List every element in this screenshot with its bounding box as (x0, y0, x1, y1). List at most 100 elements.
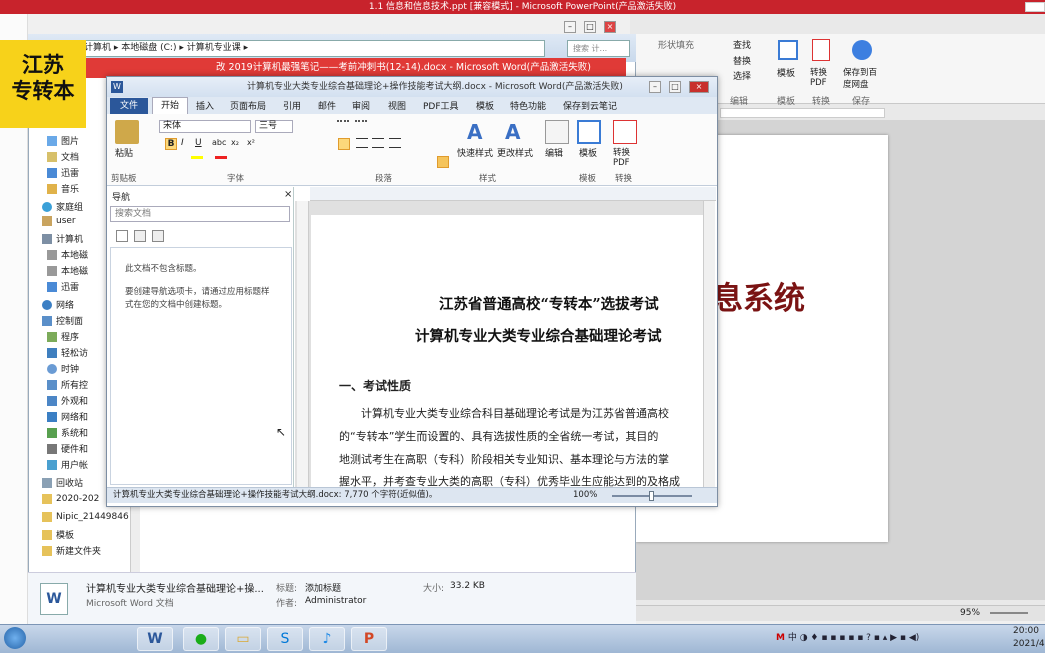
zoom-slider-thumb[interactable] (649, 491, 654, 501)
music-player-taskbar-icon[interactable]: ♪ (309, 627, 345, 651)
nav-item-folder[interactable]: 新建文件夹 (42, 544, 101, 557)
nav-item-accessibility[interactable]: 轻松访 (47, 346, 88, 359)
to-pdf-button[interactable]: 转换PDF (810, 66, 834, 88)
address-bar[interactable]: 计算机 ▸ 本地磁盘 (C:) ▸ 计算机专业课 ▸ (75, 40, 545, 57)
italic-button[interactable]: I (181, 138, 184, 148)
nav-item-xunlei[interactable]: 迅雷 (47, 280, 79, 293)
font-name-select[interactable]: 宋体 (159, 120, 251, 133)
tab-home[interactable]: 开始 (152, 97, 188, 114)
nav-item-network-internet[interactable]: 网络和 (47, 410, 88, 423)
explorer-taskbar-icon[interactable]: ▭ (225, 627, 261, 651)
vertical-scrollbar[interactable] (703, 201, 715, 487)
nav-item-computer[interactable]: 计算机 (42, 232, 83, 245)
nav-item-pictures[interactable]: 图片 (47, 134, 79, 147)
close-icon[interactable]: × (604, 21, 616, 33)
tab-file[interactable]: 文件 (110, 98, 148, 114)
close-icon[interactable]: × (689, 81, 709, 93)
nav-item-xunlei[interactable]: 迅雷 (47, 166, 79, 179)
document-page[interactable]: 江苏省普通高校“专转本”选拔考试 计算机专业大类专业综合基础理论考试 一、考试性… (311, 215, 705, 487)
nav-item-clock[interactable]: 时钟 (47, 362, 79, 375)
document-stats[interactable]: 计算机专业大类专业综合基础理论+操作技能考试大纲.docx: 7,770 个字符… (113, 488, 437, 503)
highlight-button[interactable] (191, 156, 203, 159)
quick-styles-button[interactable]: 快速样式 (457, 146, 493, 159)
close-icon[interactable]: × (284, 189, 292, 200)
maximize-icon[interactable]: □ (584, 21, 596, 33)
skype-taskbar-icon[interactable]: S (267, 627, 303, 651)
author-value[interactable]: Administrator (305, 596, 366, 606)
nav-item-folder[interactable]: Nipic_21449846 (42, 512, 129, 522)
bullets-button[interactable] (337, 120, 349, 130)
wechat-taskbar-icon[interactable]: ● (183, 627, 219, 651)
nav-item-homegroup[interactable]: 家庭组 (42, 200, 83, 213)
minimize-icon[interactable]: – (649, 81, 661, 93)
headings-view-icon[interactable] (116, 230, 128, 242)
nav-item-folder[interactable]: 模板 (42, 528, 74, 541)
strikethrough-button[interactable]: abc (212, 138, 226, 147)
breadcrumb-item[interactable]: 本地磁盘 (C:) (121, 43, 176, 53)
show-marks-button[interactable] (437, 156, 449, 168)
save-baidu-button[interactable]: 保存到百度网盘 (843, 66, 883, 90)
ppt-zoom-slider[interactable] (990, 612, 1028, 614)
powerpoint-taskbar-icon[interactable]: P (351, 627, 387, 651)
input-method-icon[interactable]: M (776, 633, 785, 643)
find-button[interactable]: 查找 (733, 38, 751, 51)
bold-button[interactable]: B (165, 138, 177, 150)
pages-view-icon[interactable] (134, 230, 146, 242)
nav-item-local-disk[interactable]: 本地磁 (47, 264, 88, 277)
results-view-icon[interactable] (152, 230, 164, 242)
tab-mailings[interactable]: 邮件 (318, 99, 336, 112)
title-value[interactable]: 添加标题 (305, 581, 341, 594)
numbering-button[interactable] (355, 120, 367, 130)
nav-item-all-control[interactable]: 所有控 (47, 378, 88, 391)
nav-item-user-accounts[interactable]: 用户帐 (47, 458, 88, 471)
nav-item-local-disk[interactable]: 本地磁 (47, 248, 88, 261)
tab-template[interactable]: 模板 (476, 99, 494, 112)
start-button[interactable] (4, 627, 26, 649)
paste-button[interactable]: 粘贴 (115, 146, 133, 159)
select-button[interactable]: 选择 (733, 69, 751, 82)
tab-references[interactable]: 引用 (283, 99, 301, 112)
justify-button[interactable] (389, 138, 401, 148)
superscript-button[interactable]: x² (247, 138, 255, 147)
template-button[interactable]: 模板 (579, 146, 597, 159)
nav-search-input[interactable]: 搜索文档 (110, 206, 290, 222)
nav-item-music[interactable]: 音乐 (47, 182, 79, 195)
align-left-button[interactable] (338, 138, 350, 150)
template-button[interactable]: 模板 (777, 66, 795, 79)
nav-item-appearance[interactable]: 外观和 (47, 394, 88, 407)
explorer-search-input[interactable]: 搜索 计... (567, 40, 630, 57)
shape-fill-button[interactable]: 形状填充 (658, 38, 694, 51)
tab-pdf-tools[interactable]: PDF工具 (423, 99, 459, 112)
tab-page-layout[interactable]: 页面布局 (230, 99, 266, 112)
clock-time[interactable]: 20:00 (1013, 626, 1039, 636)
tab-insert[interactable]: 插入 (196, 99, 214, 112)
tab-cloud-notes[interactable]: 保存到云笔记 (563, 99, 617, 112)
breadcrumb-item[interactable]: 计算机专业课 (187, 43, 241, 53)
font-color-button[interactable] (215, 156, 227, 159)
underline-button[interactable]: U (195, 138, 202, 148)
edit-button[interactable]: 编辑 (545, 146, 563, 159)
change-styles-button[interactable]: 更改样式 (497, 146, 533, 159)
breadcrumb-item[interactable]: 计算机 (84, 43, 111, 53)
horizontal-ruler[interactable] (310, 187, 716, 201)
nav-item-folder[interactable]: 2020-202 (42, 494, 99, 504)
nav-item-documents[interactable]: 文档 (47, 150, 79, 163)
tab-review[interactable]: 审阅 (352, 99, 370, 112)
nav-item-hardware[interactable]: 硬件和 (47, 442, 88, 455)
nav-item-programs[interactable]: 程序 (47, 330, 79, 343)
maximize-icon[interactable]: □ (669, 81, 681, 93)
font-size-select[interactable]: 三号 (255, 120, 293, 133)
tab-view[interactable]: 视图 (388, 99, 406, 112)
nav-item-user[interactable]: user (42, 216, 76, 226)
nav-item-recycle-bin[interactable]: 回收站 (42, 476, 83, 489)
zoom-level[interactable]: 100% (573, 488, 597, 503)
nav-item-network[interactable]: 网络 (42, 298, 74, 311)
word-window-2-title[interactable]: 改 2019计算机最强笔记——考前冲刺书(12-14).docx - Micro… (86, 58, 626, 78)
clock-date[interactable]: 2021/4 (1013, 639, 1045, 649)
to-pdf-button[interactable]: 转换PDF (613, 146, 635, 168)
align-right-button[interactable] (372, 138, 384, 148)
nav-item-control-panel[interactable]: 控制面 (42, 314, 83, 327)
minimize-icon[interactable]: – (564, 21, 576, 33)
word-taskbar-icon[interactable]: W (137, 627, 173, 651)
tab-features[interactable]: 特色功能 (510, 99, 546, 112)
